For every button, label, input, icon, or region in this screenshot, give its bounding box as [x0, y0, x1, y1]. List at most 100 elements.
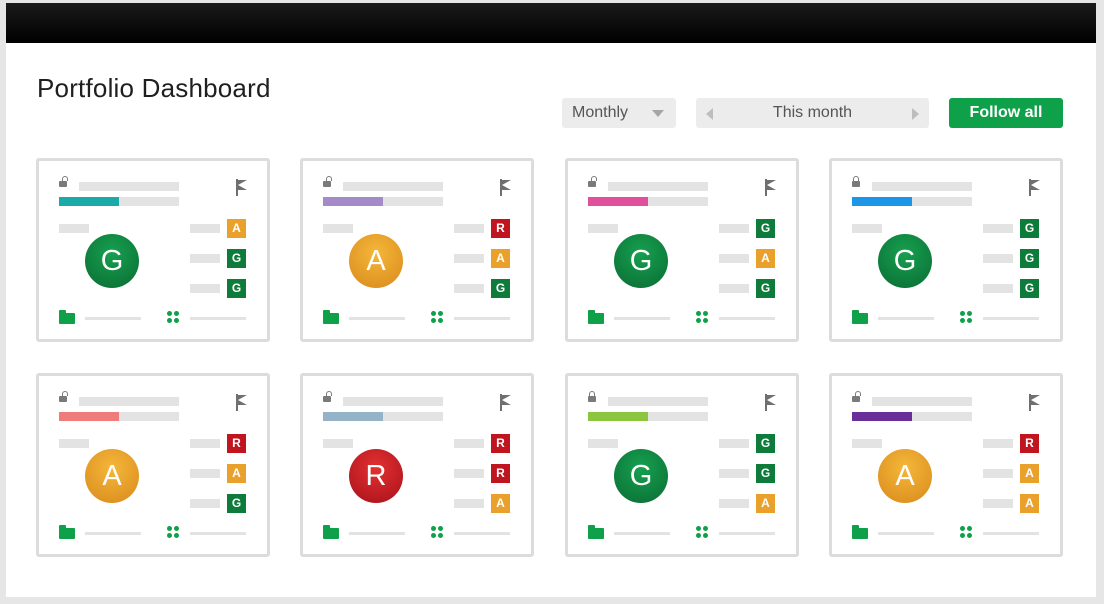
progress-fill — [59, 412, 119, 421]
folder-label-placeholder — [349, 317, 405, 320]
period-select[interactable]: Monthly — [562, 98, 676, 128]
folder-label-placeholder — [614, 532, 670, 535]
label-placeholder — [588, 439, 618, 448]
indicator-label-placeholder — [454, 254, 484, 263]
status-indicator: A — [85, 449, 139, 503]
progress-bar — [852, 197, 972, 206]
folder-label-placeholder — [85, 532, 141, 535]
folder-icon[interactable] — [588, 310, 604, 324]
grid-dots-icon[interactable] — [960, 311, 974, 325]
project-card[interactable]: GGGA — [565, 373, 799, 557]
folder-label-placeholder — [614, 317, 670, 320]
lock-icon — [588, 176, 597, 187]
period-select-value: Monthly — [572, 104, 629, 121]
indicator-badge: A — [491, 494, 510, 513]
indicator-badge: G — [1020, 279, 1039, 298]
project-card[interactable]: RRRA — [300, 373, 534, 557]
indicator-badge: G — [491, 279, 510, 298]
indicator-badge: G — [756, 279, 775, 298]
flag-icon[interactable] — [1029, 179, 1043, 197]
card-title-placeholder — [872, 397, 972, 406]
indicator-label-placeholder — [190, 499, 220, 508]
lock-icon — [323, 176, 332, 187]
indicator-label-placeholder — [719, 254, 749, 263]
indicator-badge: R — [227, 434, 246, 453]
progress-bar — [323, 197, 443, 206]
flag-icon[interactable] — [765, 179, 779, 197]
progress-fill — [588, 412, 648, 421]
label-placeholder — [852, 224, 882, 233]
indicator-badge: G — [756, 219, 775, 238]
indicator-label-placeholder — [983, 284, 1013, 293]
indicator-label-placeholder — [190, 254, 220, 263]
project-card[interactable]: GGAG — [565, 158, 799, 342]
status-indicator: G — [614, 234, 668, 288]
grid-dots-icon[interactable] — [431, 311, 445, 325]
folder-icon[interactable] — [323, 310, 339, 324]
flag-icon[interactable] — [1029, 394, 1043, 412]
label-placeholder — [323, 224, 353, 233]
project-card[interactable]: ARAG — [300, 158, 534, 342]
indicator-badge: R — [1020, 434, 1039, 453]
flag-icon[interactable] — [500, 179, 514, 197]
status-indicator: A — [878, 449, 932, 503]
folder-icon[interactable] — [59, 310, 75, 324]
indicator-label-placeholder — [190, 439, 220, 448]
indicator-label-placeholder — [454, 439, 484, 448]
folder-icon[interactable] — [588, 525, 604, 539]
grid-dots-icon[interactable] — [696, 311, 710, 325]
folder-icon[interactable] — [852, 525, 868, 539]
progress-fill — [588, 197, 648, 206]
dots-label-placeholder — [983, 532, 1039, 535]
flag-icon[interactable] — [236, 394, 250, 412]
project-card[interactable]: GGGG — [829, 158, 1063, 342]
date-range-label: This month — [772, 104, 853, 121]
flag-icon[interactable] — [765, 394, 779, 412]
page-title: Portfolio Dashboard — [37, 73, 271, 103]
grid-dots-icon[interactable] — [167, 526, 181, 540]
indicator-badge: G — [227, 494, 246, 513]
lock-icon — [588, 391, 596, 402]
date-range-nav: This month — [696, 98, 929, 128]
flag-icon[interactable] — [500, 394, 514, 412]
indicator-label-placeholder — [983, 439, 1013, 448]
grid-dots-icon[interactable] — [696, 526, 710, 540]
indicator-label-placeholder — [454, 284, 484, 293]
indicator-label-placeholder — [983, 469, 1013, 478]
lock-icon — [323, 391, 332, 402]
project-card[interactable]: ARAA — [829, 373, 1063, 557]
indicator-badge: A — [491, 249, 510, 268]
progress-fill — [323, 412, 383, 421]
status-indicator: G — [614, 449, 668, 503]
folder-icon[interactable] — [323, 525, 339, 539]
status-indicator: G — [878, 234, 932, 288]
indicator-badge: A — [1020, 464, 1039, 483]
grid-dots-icon[interactable] — [431, 526, 445, 540]
progress-bar — [59, 412, 179, 421]
flag-icon[interactable] — [236, 179, 250, 197]
indicator-label-placeholder — [190, 284, 220, 293]
indicator-badge: A — [756, 249, 775, 268]
label-placeholder — [852, 439, 882, 448]
grid-dots-icon[interactable] — [960, 526, 974, 540]
folder-icon[interactable] — [852, 310, 868, 324]
indicator-badge: A — [756, 494, 775, 513]
status-indicator: R — [349, 449, 403, 503]
app-window: Portfolio Dashboard Monthly This month F… — [6, 3, 1096, 597]
indicator-label-placeholder — [719, 284, 749, 293]
label-placeholder — [59, 439, 89, 448]
dots-label-placeholder — [190, 532, 246, 535]
progress-bar — [588, 412, 708, 421]
follow-all-button[interactable]: Follow all — [949, 98, 1063, 128]
progress-bar — [588, 197, 708, 206]
project-card[interactable]: GAGG — [36, 158, 270, 342]
project-card[interactable]: ARAG — [36, 373, 270, 557]
grid-dots-icon[interactable] — [167, 311, 181, 325]
indicator-badge: G — [227, 279, 246, 298]
chevron-right-icon[interactable] — [912, 108, 919, 120]
folder-icon[interactable] — [59, 525, 75, 539]
lock-icon — [852, 176, 860, 187]
indicator-label-placeholder — [719, 224, 749, 233]
folder-label-placeholder — [878, 532, 934, 535]
indicator-label-placeholder — [454, 469, 484, 478]
